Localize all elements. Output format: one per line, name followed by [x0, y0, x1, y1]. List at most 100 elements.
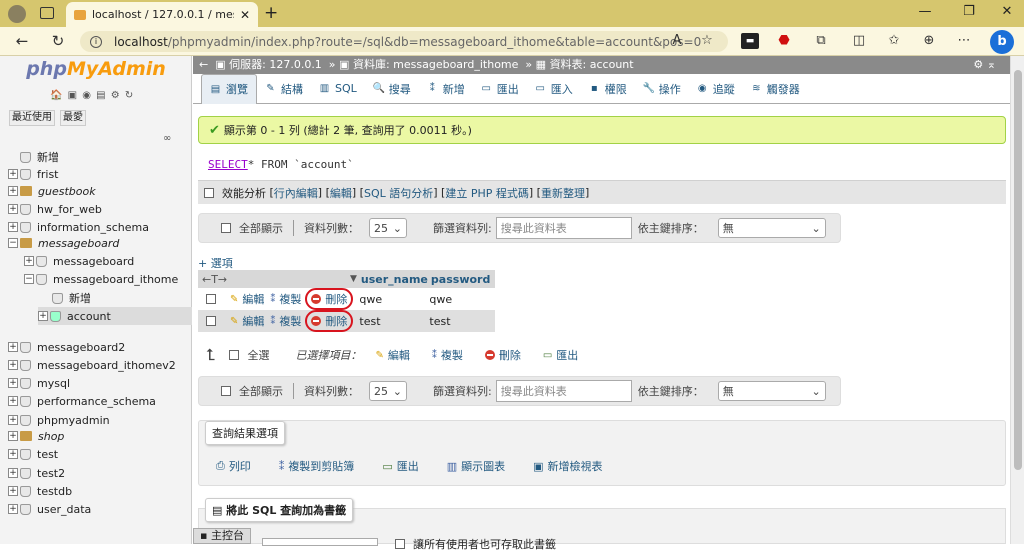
tab-actions-icon[interactable]: [40, 7, 54, 19]
cell-user-name[interactable]: qwe: [359, 293, 429, 306]
sidebar-item-testdb[interactable]: + testdb: [8, 482, 72, 500]
expand-icon[interactable]: +: [8, 360, 18, 370]
copy-row-button[interactable]: ⁑ 複製: [270, 291, 301, 307]
sidebar-item-messageboard[interactable]: + messageboard: [24, 252, 134, 270]
sidebar-item-mysql[interactable]: + mysql: [8, 374, 70, 392]
expand-icon[interactable]: +: [8, 449, 18, 459]
console-toggle[interactable]: ▪ 主控台: [193, 528, 251, 544]
tab-export[interactable]: ▭ 匯出: [473, 74, 527, 104]
split-screen-icon[interactable]: ◫: [850, 33, 868, 49]
scrollbar-thumb[interactable]: [1014, 70, 1022, 470]
create-php-link[interactable]: 建立 PHP 程式碼: [445, 185, 529, 201]
sort-down-icon[interactable]: ▼: [350, 274, 357, 284]
display-chart-button[interactable]: ▥ 顯示圖表: [447, 458, 505, 474]
rows-select[interactable]: 25 ⌄: [369, 218, 407, 238]
sidebar-item-hw-for-web[interactable]: + hw_for_web: [8, 200, 102, 218]
minimize-icon[interactable]: —: [910, 4, 940, 19]
cell-user-name[interactable]: test: [359, 315, 429, 328]
sort-select[interactable]: 無 ⌄: [717, 381, 826, 401]
tab-browse[interactable]: ▤ 瀏覽: [201, 73, 257, 104]
read-aloud-icon[interactable]: A: [668, 33, 686, 49]
collapse-panel-icon[interactable]: ←: [199, 58, 208, 71]
bing-icon[interactable]: b: [990, 30, 1014, 54]
column-header-password[interactable]: password: [431, 273, 490, 286]
sidebar-item-new[interactable]: 新增: [20, 148, 59, 166]
filter-input[interactable]: 搜尋此資料表: [495, 380, 632, 402]
browser-tab-active[interactable]: localhost / 127.0.0.1 / messageb ✕: [66, 2, 258, 27]
profiling-checkbox[interactable]: [204, 187, 214, 198]
expand-icon[interactable]: +: [8, 486, 18, 496]
edit-row-button[interactable]: ✎ 編輯: [230, 313, 264, 329]
bulk-copy-button[interactable]: ⁑ 複製: [432, 347, 463, 363]
extension-icon[interactable]: ▬: [741, 33, 759, 49]
breadcrumb-server[interactable]: 伺服器: 127.0.0.1: [229, 58, 322, 71]
bookmark-label-input[interactable]: [262, 538, 378, 546]
sidebar-toolbar-icons[interactable]: 🏠 ▣ ◉ ▤ ⚙ ↻: [50, 90, 134, 101]
expand-icon[interactable]: +: [8, 415, 18, 425]
sql-keyword[interactable]: SELECT: [208, 158, 248, 171]
expand-icon[interactable]: +: [8, 396, 18, 406]
bulk-delete-button[interactable]: 刪除: [484, 347, 521, 363]
window-close-icon[interactable]: ✕: [992, 4, 1022, 19]
filter-input[interactable]: 搜尋此資料表: [495, 217, 632, 239]
favorite-star-icon[interactable]: ☆: [698, 33, 716, 49]
bulk-export-button[interactable]: ▭ 匯出: [543, 347, 578, 363]
close-tab-icon[interactable]: ✕: [240, 8, 250, 22]
maximize-icon[interactable]: ❐: [954, 4, 984, 19]
sidebar-item-account[interactable]: + account: [38, 307, 192, 325]
adblock-icon[interactable]: ⬣: [775, 33, 793, 49]
bulk-edit-button[interactable]: ✎ 編輯: [375, 347, 409, 363]
breadcrumb-database[interactable]: 資料庫: messageboard_ithome: [353, 58, 518, 71]
back-icon[interactable]: ←: [10, 32, 34, 50]
tab-triggers[interactable]: ≋ 觸發器: [743, 74, 808, 104]
favorites-icon[interactable]: ✩: [885, 33, 903, 49]
row-checkbox[interactable]: [206, 316, 216, 326]
delete-row-button[interactable]: 刪除: [305, 288, 354, 310]
cell-password[interactable]: qwe: [429, 293, 452, 306]
explain-sql-link[interactable]: SQL 語句分析: [364, 185, 433, 201]
options-toggle[interactable]: + 選項: [198, 255, 233, 271]
collapse-icon[interactable]: −: [8, 238, 18, 248]
tab-tracking[interactable]: ◉ 追蹤: [689, 74, 743, 104]
sidebar-item-messageboard-group[interactable]: − messageboard: [8, 234, 119, 252]
check-all-checkbox[interactable]: [229, 350, 240, 360]
link-icon[interactable]: ∞: [163, 133, 171, 144]
page-scrollbar[interactable]: [1010, 56, 1024, 544]
refresh-icon[interactable]: ↻: [46, 32, 70, 50]
sidebar-item-messageboard-ithomev2[interactable]: + messageboard_ithomev2: [8, 356, 176, 374]
tab-privileges[interactable]: ▪ 權限: [581, 74, 635, 104]
expand-icon[interactable]: +: [8, 169, 18, 179]
sidebar-item-guestbook[interactable]: + guestbook: [8, 182, 96, 200]
sidebar-item-performance-schema[interactable]: + performance_schema: [8, 392, 156, 410]
create-view-button[interactable]: ▣ 新增檢視表: [533, 458, 602, 474]
puzzle-icon[interactable]: ⧉: [812, 33, 830, 49]
expand-icon[interactable]: +: [8, 186, 18, 196]
refresh-link[interactable]: 重新整理: [541, 185, 585, 201]
new-tab-icon[interactable]: +: [264, 3, 278, 23]
settings-gear-icon[interactable]: ⚙ ⌅: [973, 56, 996, 74]
sidebar-item-shop[interactable]: + shop: [8, 427, 64, 445]
tab-import[interactable]: ▭ 匯入: [527, 74, 581, 104]
export-button[interactable]: ▭ 匯出: [382, 458, 418, 474]
url-bar[interactable]: i localhost/phpmyadmin/index.php?route=/…: [80, 31, 728, 52]
row-checkbox[interactable]: [206, 294, 216, 304]
expand-icon[interactable]: +: [8, 342, 18, 352]
recent-tab[interactable]: 最近使用: [9, 110, 55, 126]
tab-operations[interactable]: 🔧 操作: [635, 74, 689, 104]
sidebar-item-messageboard2[interactable]: + messageboard2: [8, 338, 125, 356]
expand-icon[interactable]: +: [38, 311, 48, 321]
expand-icon[interactable]: +: [8, 204, 18, 214]
favorites-tab[interactable]: 最愛: [60, 110, 86, 126]
delete-row-button[interactable]: 刪除: [305, 310, 354, 332]
copy-row-button[interactable]: ⁑ 複製: [270, 313, 301, 329]
rows-select[interactable]: 25 ⌄: [369, 381, 407, 401]
expand-icon[interactable]: +: [24, 256, 34, 266]
tab-insert[interactable]: ⁑ 新增: [419, 74, 473, 104]
tab-structure[interactable]: ✎ 結構: [257, 74, 311, 104]
more-menu-icon[interactable]: ⋯: [955, 33, 973, 49]
edit-query-link[interactable]: 編輯: [330, 185, 352, 201]
expand-icon[interactable]: +: [8, 431, 18, 441]
column-header-user-name[interactable]: user_name: [361, 273, 431, 286]
sidebar-item-user-data[interactable]: + user_data: [8, 500, 91, 518]
print-button[interactable]: ⎙ 列印: [216, 458, 251, 474]
